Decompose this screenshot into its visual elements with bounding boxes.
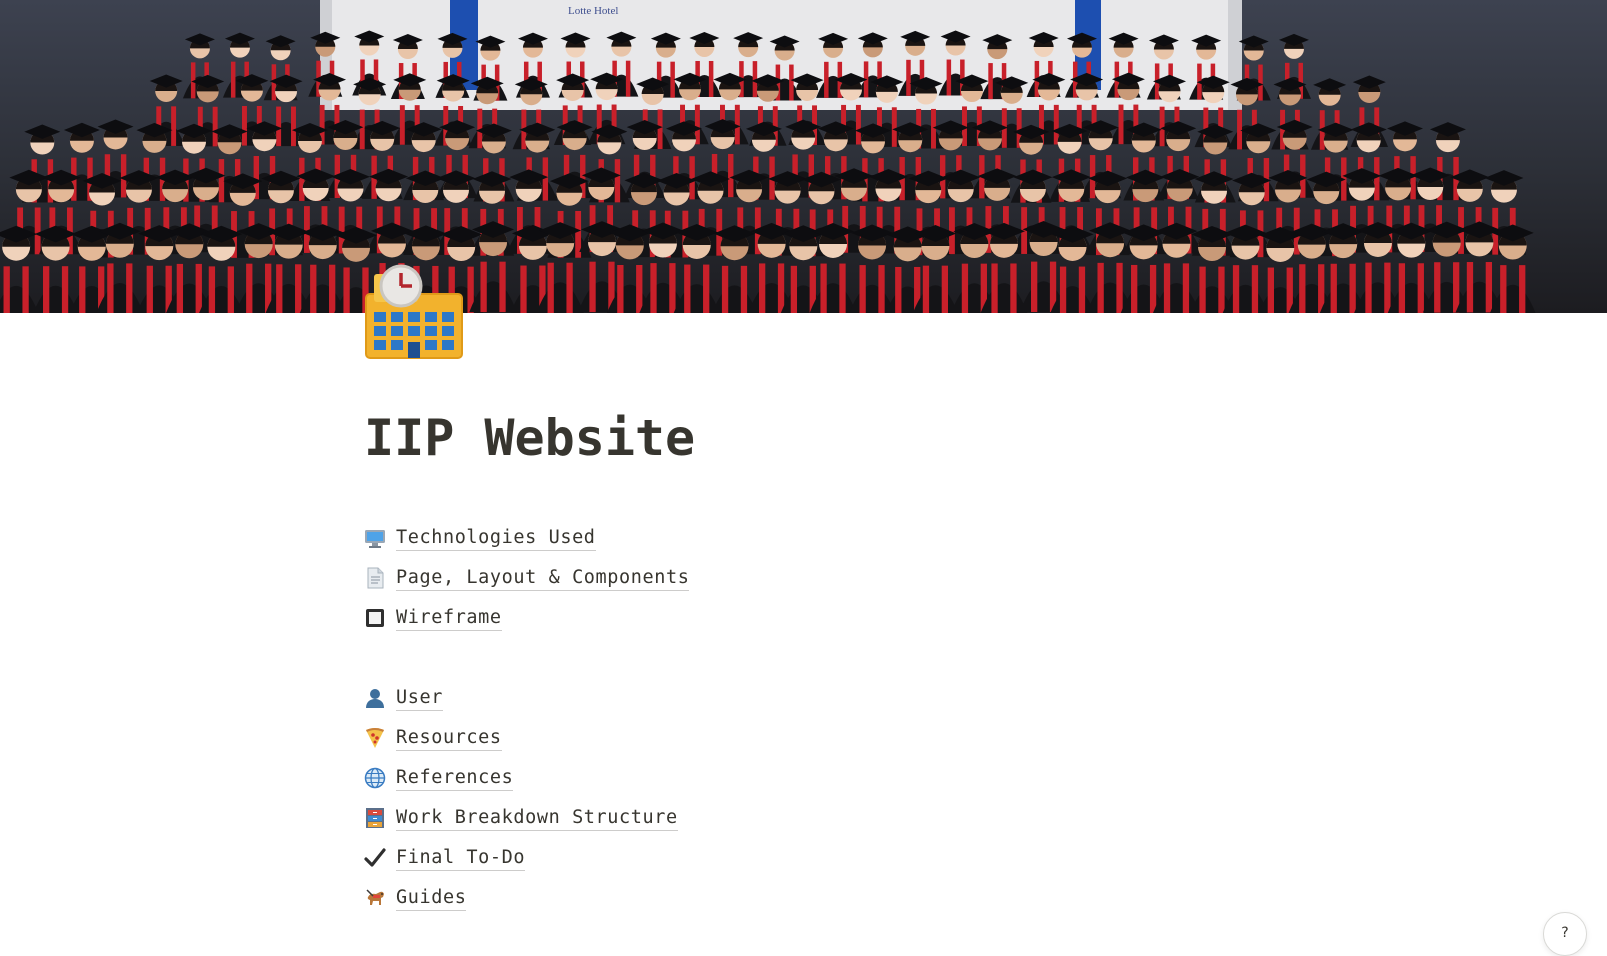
checkmark-icon <box>364 847 386 869</box>
subpage-link-technologies-used[interactable]: Technologies Used <box>364 518 689 558</box>
square-frame-icon <box>364 607 386 629</box>
subpage-label: Final To-Do <box>396 846 526 871</box>
hospital-clock-building-icon[interactable] <box>364 262 464 360</box>
computer-icon <box>364 527 386 549</box>
pizza-icon <box>364 727 386 749</box>
subpage-link-wireframe[interactable]: Wireframe <box>364 598 689 638</box>
subpage-label: References <box>396 766 514 791</box>
page-icon <box>364 567 386 589</box>
subpage-list-secondary: User Resources References Work Breakdown… <box>364 678 678 918</box>
subpage-link-final-to-do[interactable]: Final To-Do <box>364 838 678 878</box>
help-button[interactable]: ? <box>1543 912 1587 956</box>
subpage-link-resources[interactable]: Resources <box>364 718 678 758</box>
subpage-label: Wireframe <box>396 606 502 631</box>
globe-icon <box>364 767 386 789</box>
subpage-label: Resources <box>396 726 502 751</box>
subpage-link-references[interactable]: References <box>364 758 678 798</box>
guide-dog-icon <box>364 887 386 909</box>
file-cabinet-icon <box>364 807 386 829</box>
cover-sign-text: Lotte Hotel <box>568 5 618 17</box>
subpage-link-work-breakdown-structure[interactable]: Work Breakdown Structure <box>364 798 678 838</box>
subpage-link-page-layout-components[interactable]: Page, Layout & Components <box>364 558 690 598</box>
user-icon <box>364 687 386 709</box>
cover-image: Lotte Hotel <box>0 0 1607 313</box>
page-title: IIP Website <box>364 409 696 467</box>
subpage-list-primary: Technologies Used Page, Layout & Compone… <box>364 518 690 638</box>
subpage-link-guides[interactable]: Guides <box>364 878 678 918</box>
subpage-label: Technologies Used <box>396 526 596 551</box>
subpage-label: Work Breakdown Structure <box>396 806 678 831</box>
subpage-link-user[interactable]: User <box>364 678 678 718</box>
subpage-label: Page, Layout & Components <box>396 566 690 591</box>
help-label: ? <box>1561 925 1569 941</box>
subpage-label: User <box>396 686 443 711</box>
subpage-label: Guides <box>396 886 467 911</box>
